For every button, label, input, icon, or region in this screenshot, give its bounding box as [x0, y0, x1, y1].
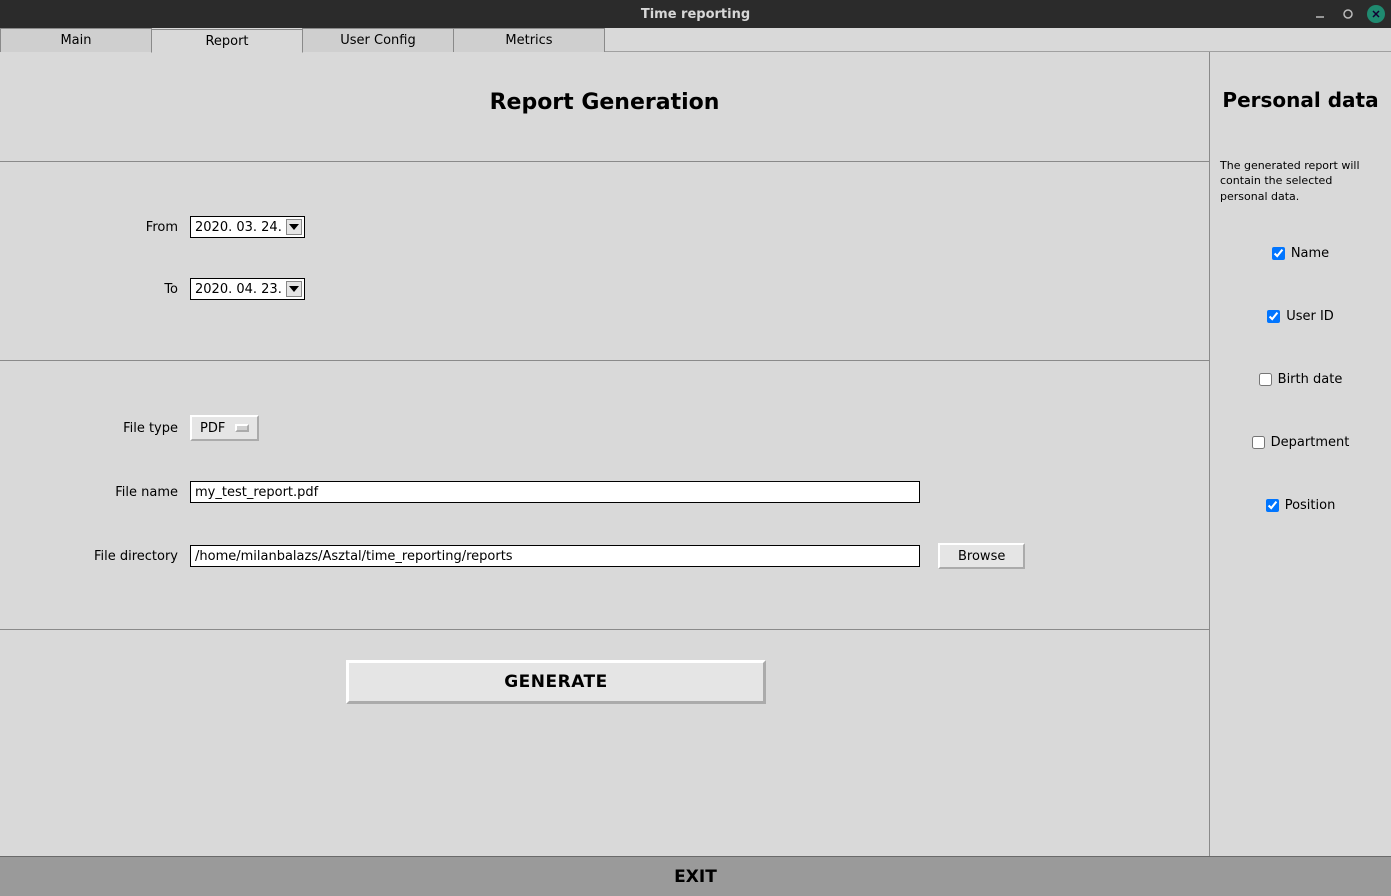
- from-label: From: [0, 220, 190, 235]
- chevron-down-icon: [286, 219, 302, 235]
- app-frame: Main Report User Config Metrics Report G…: [0, 28, 1391, 896]
- to-date-picker[interactable]: 2020. 04. 23.: [190, 278, 305, 300]
- checkbox-label-position: Position: [1285, 498, 1336, 513]
- browse-button[interactable]: Browse: [938, 543, 1025, 569]
- main-column: Report Generation From 2020. 03. 24. To: [0, 52, 1210, 856]
- from-row: From 2020. 03. 24.: [0, 216, 1209, 238]
- tab-main[interactable]: Main: [0, 28, 152, 52]
- checkbox-row-position: Position: [1216, 474, 1385, 537]
- file-directory-row: File directory Browse: [0, 543, 1209, 569]
- tab-report[interactable]: Report: [151, 29, 303, 53]
- side-description: The generated report will contain the se…: [1216, 140, 1385, 222]
- tab-metrics[interactable]: Metrics: [453, 28, 605, 52]
- date-range-section: From 2020. 03. 24. To 2020. 04. 23.: [0, 162, 1209, 361]
- side-panel: Personal data The generated report will …: [1210, 52, 1391, 856]
- generate-section: GENERATE: [0, 630, 1209, 744]
- checkbox-row-user-id: User ID: [1216, 285, 1385, 348]
- checkbox-label-user-id: User ID: [1286, 309, 1334, 324]
- exit-button[interactable]: EXIT: [0, 856, 1391, 896]
- window-title: Time reporting: [0, 7, 1391, 22]
- file-name-row: File name: [0, 481, 1209, 503]
- file-directory-input[interactable]: [190, 545, 920, 567]
- to-label: To: [0, 282, 190, 297]
- checkbox-user-id[interactable]: [1267, 310, 1280, 323]
- checkbox-department[interactable]: [1252, 436, 1265, 449]
- file-type-row: File type PDF: [0, 415, 1209, 441]
- file-type-value: PDF: [200, 421, 225, 436]
- heading-section: Report Generation: [0, 52, 1209, 162]
- file-section: File type PDF File name File directory B…: [0, 361, 1209, 630]
- minimize-icon[interactable]: [1311, 5, 1329, 23]
- tab-user-config[interactable]: User Config: [302, 28, 454, 52]
- tab-strip: Main Report User Config Metrics: [0, 28, 1391, 52]
- close-icon[interactable]: [1367, 5, 1385, 23]
- from-date-value: 2020. 03. 24.: [195, 220, 282, 235]
- window-titlebar: Time reporting: [0, 0, 1391, 28]
- page-title: Report Generation: [0, 52, 1209, 161]
- file-type-label: File type: [0, 421, 190, 436]
- content-row: Report Generation From 2020. 03. 24. To: [0, 52, 1391, 856]
- checkbox-row-name: Name: [1216, 222, 1385, 285]
- checkbox-name[interactable]: [1272, 247, 1285, 260]
- checkbox-position[interactable]: [1266, 499, 1279, 512]
- window-controls: [1311, 0, 1385, 28]
- generate-button[interactable]: GENERATE: [346, 660, 766, 704]
- to-row: To 2020. 04. 23.: [0, 278, 1209, 300]
- file-name-label: File name: [0, 485, 190, 500]
- file-type-select[interactable]: PDF: [190, 415, 259, 441]
- side-heading: Personal data: [1216, 52, 1385, 140]
- checkbox-label-birth-date: Birth date: [1278, 372, 1343, 387]
- chevron-down-icon: [286, 281, 302, 297]
- checkbox-row-birth-date: Birth date: [1216, 348, 1385, 411]
- checkbox-birth-date[interactable]: [1259, 373, 1272, 386]
- option-menu-icon: [235, 424, 249, 432]
- to-date-value: 2020. 04. 23.: [195, 282, 282, 297]
- file-directory-label: File directory: [0, 549, 190, 564]
- checkbox-label-name: Name: [1291, 246, 1329, 261]
- file-name-input[interactable]: [190, 481, 920, 503]
- checkbox-row-department: Department: [1216, 411, 1385, 474]
- from-date-picker[interactable]: 2020. 03. 24.: [190, 216, 305, 238]
- checkbox-label-department: Department: [1271, 435, 1350, 450]
- maximize-icon[interactable]: [1339, 5, 1357, 23]
